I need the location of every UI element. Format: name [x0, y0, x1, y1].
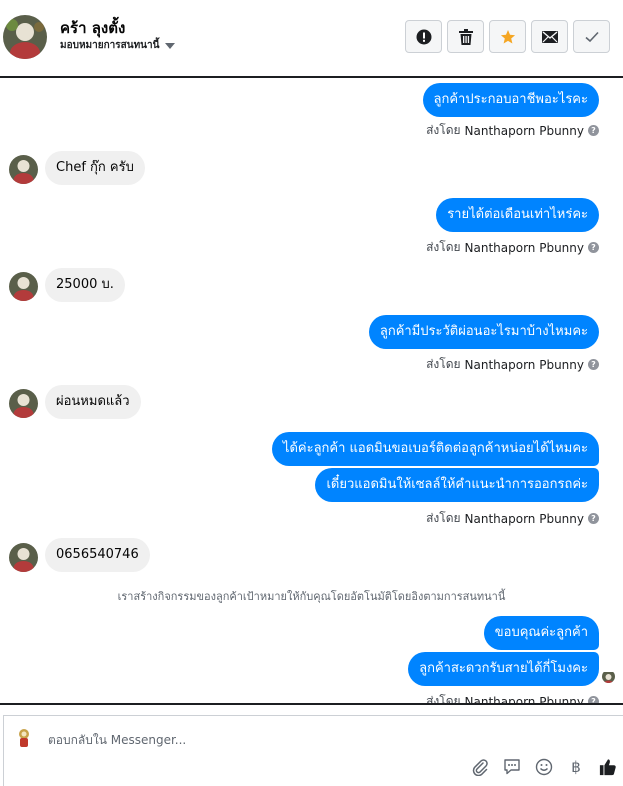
sent-by-label: ส่งโดย Nanthaporn Pbunny ?	[426, 238, 599, 257]
star-icon	[500, 29, 515, 44]
reply-composer: ฿	[3, 715, 623, 786]
contact-avatar-small[interactable]	[9, 389, 38, 418]
incoming-message: ผ่อนหมดแล้ว	[45, 385, 141, 419]
incoming-message: 0656540746	[45, 538, 150, 572]
contact-avatar-small[interactable]	[9, 272, 38, 301]
incoming-message: Chef กุ๊ก ครับ	[45, 151, 145, 185]
sent-by-prefix: ส่งโดย	[426, 357, 461, 371]
message-thread[interactable]: ลูกค้าประกอบอาชีพอะไรคะ ส่งโดย Nanthapor…	[0, 78, 623, 703]
sent-by-prefix: ส่งโดย	[426, 511, 461, 525]
emoji-icon[interactable]	[535, 758, 553, 776]
help-icon[interactable]: ?	[588, 125, 599, 136]
outgoing-message: ได้ค่ะลูกค้า แอดมินขอเบอร์ติดต่อลูกค้าหน…	[271, 432, 599, 466]
mark-spam-button[interactable]	[405, 20, 442, 53]
system-note: เราสร้างกิจกรรมของลูกค้าเป้าหมายให้กับคุ…	[117, 590, 506, 603]
sender-name: Nanthaporn Pbunny	[464, 240, 584, 255]
assign-label: มอบหมายการสนทนานี้	[60, 40, 160, 51]
sent-by-label: ส่งโดย Nanthaporn Pbunny ?	[426, 121, 599, 140]
trash-icon	[458, 28, 473, 45]
sent-by-prefix: ส่งโดย	[426, 123, 461, 137]
contact-avatar-small[interactable]	[9, 543, 38, 572]
baht-icon[interactable]: ฿	[567, 758, 585, 776]
help-icon[interactable]: ?	[588, 242, 599, 253]
outgoing-message: ขอบคุณค่ะลูกค้า	[483, 616, 599, 650]
sent-by-label: ส่งโดย Nanthaporn Pbunny ?	[426, 355, 599, 374]
page-avatar	[12, 725, 36, 749]
envelope-icon	[541, 30, 558, 43]
conversation-header: คร้า ลุงตั้ง มอบหมายการสนทนานี้	[0, 0, 623, 76]
sender-name: Nanthaporn Pbunny	[464, 357, 584, 372]
assign-conversation-dropdown[interactable]: มอบหมายการสนทนานี้	[60, 38, 176, 53]
sticker-icon[interactable]	[503, 758, 521, 776]
contact-avatar-small[interactable]	[9, 155, 38, 184]
outgoing-message: รายได้ต่อเดือนเท่าไหร่คะ	[436, 198, 599, 232]
mark-done-button[interactable]	[573, 20, 610, 53]
contact-name: คร้า ลุงตั้ง	[60, 19, 126, 37]
outgoing-message: ลูกค้าประกอบอาชีพอะไรคะ	[422, 83, 599, 117]
check-icon	[584, 31, 599, 42]
sent-by-prefix: ส่งโดย	[426, 694, 461, 703]
contact-avatar[interactable]	[3, 15, 47, 59]
reply-input[interactable]	[46, 729, 450, 751]
thumbs-up-icon[interactable]	[599, 758, 617, 776]
sender-name: Nanthaporn Pbunny	[464, 694, 584, 704]
sent-by-label: ส่งโดย Nanthaporn Pbunny ?	[426, 509, 599, 528]
help-icon[interactable]: ?	[588, 513, 599, 524]
help-icon[interactable]: ?	[588, 696, 599, 703]
outgoing-message: ลูกค้าสะดวกรับสายได้กี่โมงคะ	[408, 652, 599, 686]
sent-by-prefix: ส่งโดย	[426, 240, 461, 254]
sender-name: Nanthaporn Pbunny	[464, 123, 584, 138]
paperclip-icon[interactable]	[471, 758, 489, 776]
outgoing-message: ลูกค้ามีประวัติผ่อนอะไรมาบ้างไหมคะ	[368, 315, 599, 349]
composer-divider	[0, 703, 623, 705]
sent-by-label: ส่งโดย Nanthaporn Pbunny ?	[426, 692, 599, 703]
outgoing-message: เดี๋ยวแอดมินให้เซลล์ให้คำแนะนำการออกรถค่…	[315, 468, 599, 502]
delete-button[interactable]	[447, 20, 484, 53]
incoming-message: 25000 บ.	[45, 268, 125, 302]
conversation-actions	[405, 20, 610, 53]
help-icon[interactable]: ?	[588, 359, 599, 370]
read-receipt-avatar	[602, 670, 615, 683]
caret-down-icon	[165, 43, 176, 49]
sender-name: Nanthaporn Pbunny	[464, 511, 584, 526]
mark-unread-button[interactable]	[531, 20, 568, 53]
star-button[interactable]	[489, 20, 526, 53]
composer-tools: ฿	[471, 758, 617, 776]
alert-icon	[416, 29, 431, 44]
